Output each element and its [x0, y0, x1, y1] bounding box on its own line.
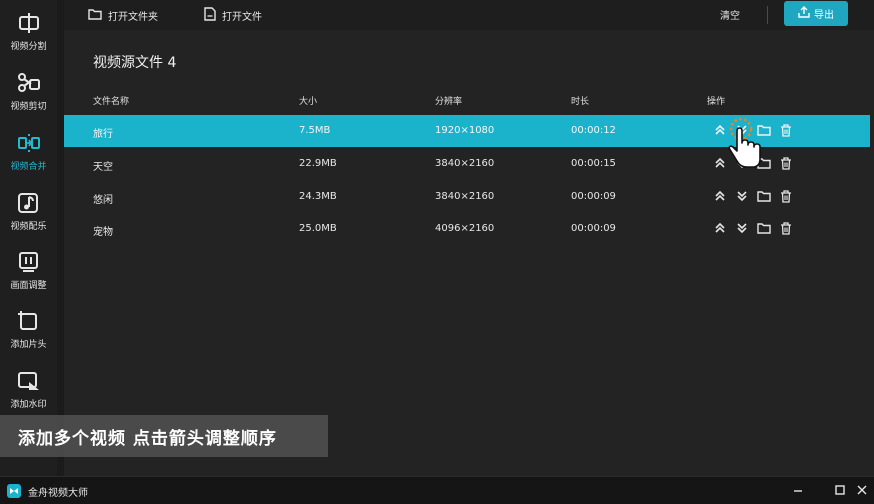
file-duration: 00:00:09 [571, 191, 616, 202]
trash-icon[interactable] [778, 188, 794, 204]
move-up-icon[interactable] [712, 220, 728, 236]
music-note-icon [16, 190, 42, 216]
sidebar-item-watermark[interactable]: 添加水印 [0, 364, 57, 422]
row-actions [712, 188, 794, 204]
export-icon [798, 6, 810, 21]
file-size: 24.3MB [299, 191, 337, 202]
file-resolution: 1920×1080 [435, 125, 495, 136]
frame-adjust-icon [16, 249, 42, 275]
file-duration: 00:00:15 [571, 158, 616, 169]
column-header-actions: 操作 [707, 97, 726, 107]
move-down-icon[interactable] [734, 220, 750, 236]
clear-button[interactable]: 清空 [720, 7, 740, 22]
file-icon [204, 6, 216, 24]
scissors-icon [16, 70, 42, 96]
section-title: 视频源文件 4 [93, 55, 177, 71]
open-folder-button[interactable]: 打开文件夹 [88, 6, 158, 24]
video-merge-icon [16, 130, 42, 156]
move-up-icon[interactable] [712, 188, 728, 204]
file-duration: 00:00:09 [571, 223, 616, 234]
sidebar-item-label: 添加片头 [10, 340, 47, 350]
file-duration: 00:00:12 [571, 125, 616, 136]
open-file-label: 打开文件 [222, 11, 262, 23]
add-intro-icon [16, 308, 42, 334]
export-label: 导出 [814, 10, 834, 21]
trash-icon[interactable] [778, 220, 794, 236]
watermark-icon [16, 368, 42, 394]
file-name: 悠闲 [93, 195, 113, 206]
sidebar-item-label: 视频剪切 [10, 102, 47, 112]
row-actions [712, 220, 794, 236]
sidebar-item-video-cut[interactable]: 视频剪切 [0, 66, 57, 124]
sidebar-item-label: 视频分割 [10, 42, 47, 52]
close-button[interactable] [854, 482, 870, 498]
file-size: 22.9MB [299, 158, 337, 169]
file-size: 25.0MB [299, 223, 337, 234]
pointer-hand-icon [728, 117, 761, 168]
sidebar-item-video-music[interactable]: 视频配乐 [0, 186, 57, 244]
move-down-icon[interactable] [734, 188, 750, 204]
table-row[interactable]: 悠闲 24.3MB 3840×2160 00:00:09 [64, 181, 870, 213]
export-button[interactable]: 导出 [784, 1, 848, 26]
file-name: 天空 [93, 162, 113, 173]
file-resolution: 3840×2160 [435, 158, 495, 169]
video-split-icon [16, 10, 42, 36]
toolbar-divider [767, 6, 768, 24]
tutorial-caption: 添加多个视频 点击箭头调整顺序 [0, 415, 328, 457]
folder-icon[interactable] [756, 220, 772, 236]
minimize-button[interactable] [790, 482, 806, 498]
sidebar: 视频分割 视频剪切 视频合并 视频配乐 画面调整 添加片头 添加水印 [0, 0, 57, 476]
trash-icon[interactable] [778, 155, 794, 171]
column-header-size: 大小 [299, 97, 318, 107]
open-folder-label: 打开文件夹 [108, 11, 158, 23]
file-size: 7.5MB [299, 125, 331, 136]
file-resolution: 3840×2160 [435, 191, 495, 202]
column-header-resolution: 分辨率 [435, 97, 463, 107]
sidebar-item-label: 视频配乐 [10, 222, 47, 232]
column-header-duration: 时长 [571, 97, 590, 107]
folder-icon[interactable] [756, 188, 772, 204]
toolbar: 打开文件夹 打开文件 清空 导出 [64, 0, 874, 30]
app-titlebar: 金舟视频大师 [0, 476, 874, 504]
column-header-name: 文件名称 [93, 97, 130, 107]
trash-icon[interactable] [778, 122, 794, 138]
sidebar-item-label: 画面调整 [10, 281, 47, 291]
sidebar-item-video-merge[interactable]: 视频合并 [0, 126, 57, 184]
file-name: 旅行 [93, 129, 113, 140]
folder-icon [88, 8, 102, 23]
sidebar-item-frame-adjust[interactable]: 画面调整 [0, 245, 57, 303]
sidebar-item-label: 添加水印 [10, 400, 47, 410]
table-row[interactable]: 宠物 25.0MB 4096×2160 00:00:09 [64, 213, 870, 245]
file-name: 宠物 [93, 227, 113, 238]
sidebar-item-add-intro[interactable]: 添加片头 [0, 304, 57, 362]
app-logo-icon [6, 483, 22, 499]
app-name: 金舟视频大师 [28, 488, 88, 499]
sidebar-item-video-split[interactable]: 视频分割 [0, 6, 57, 64]
file-resolution: 4096×2160 [435, 223, 495, 234]
sidebar-item-label: 视频合并 [10, 162, 47, 172]
open-file-button[interactable]: 打开文件 [204, 6, 262, 24]
maximize-button[interactable] [832, 482, 848, 498]
